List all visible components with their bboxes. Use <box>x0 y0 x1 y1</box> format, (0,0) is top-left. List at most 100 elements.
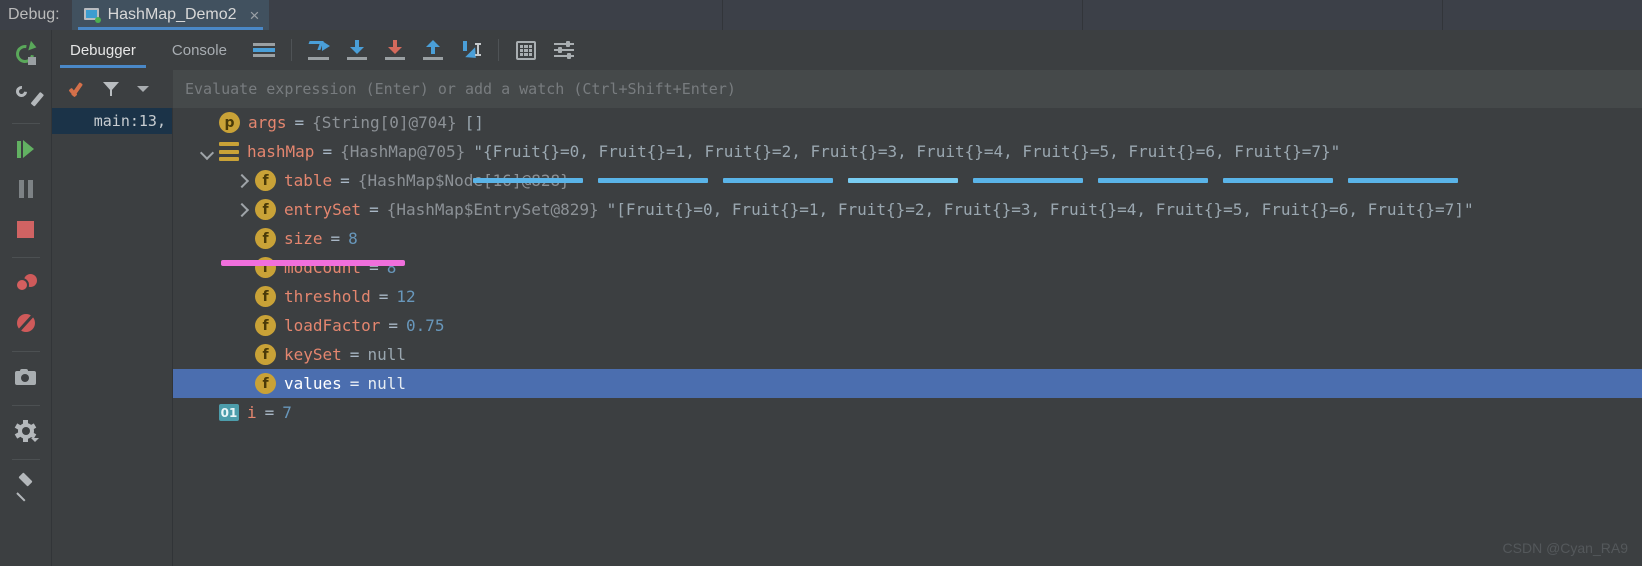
show-execution-point-button[interactable] <box>300 30 338 70</box>
run-configuration-tab-label: HashMap_Demo2 <box>107 6 237 23</box>
stop-button[interactable] <box>9 212 43 246</box>
variable-row-keyset[interactable]: f keySet = null <box>173 340 1642 369</box>
chevron-down-icon[interactable] <box>197 142 217 162</box>
list-badge-icon <box>219 142 239 161</box>
show-execution-point-icon <box>306 40 331 60</box>
field-badge-icon: f <box>255 315 276 336</box>
chevron-right-icon[interactable] <box>233 200 253 220</box>
variables-mini-toolbar <box>52 70 173 108</box>
filter-button[interactable] <box>96 74 126 104</box>
equals-sign: = <box>369 258 379 277</box>
rerun-button[interactable] <box>9 38 43 72</box>
parameter-badge-icon: p <box>219 112 240 133</box>
resume-program-button[interactable] <box>9 132 43 166</box>
variable-row-modcount[interactable]: f modCount = 8 <box>173 253 1642 282</box>
run-configuration-tab[interactable]: HashMap_Demo2 × <box>71 0 270 30</box>
tab-console[interactable]: Console <box>154 30 245 70</box>
variable-row-args[interactable]: p args = {String[0]@704} [] <box>173 108 1642 137</box>
debugger-settings-button[interactable] <box>545 30 583 70</box>
variable-value: 0.75 <box>405 316 445 335</box>
pin-tab-button[interactable] <box>9 468 43 502</box>
chevron-right-icon[interactable] <box>233 171 253 191</box>
variable-name: size <box>284 229 323 248</box>
equals-sign: = <box>322 142 333 161</box>
toolbar-separator-2 <box>497 39 499 61</box>
settings-button[interactable] <box>9 414 43 448</box>
variable-value: [] <box>464 113 484 132</box>
variable-value: 8 <box>348 229 358 248</box>
mute-breakpoints-button[interactable] <box>9 306 43 340</box>
variable-name: loadFactor <box>284 316 381 335</box>
variable-row-size[interactable]: f size = 8 <box>173 224 1642 253</box>
text-cursor-icon <box>474 43 481 56</box>
variable-type: {HashMap$EntrySet@829} <box>386 200 599 219</box>
variable-value: 12 <box>396 287 416 306</box>
variable-name: keySet <box>284 345 342 364</box>
field-badge-icon: f <box>255 170 276 191</box>
more-options-button[interactable] <box>128 74 158 104</box>
step-into-icon <box>384 40 406 60</box>
variable-row-entryset[interactable]: f entrySet = {HashMap$EntrySet@829} "[Fr… <box>173 195 1642 224</box>
camera-icon <box>15 369 36 385</box>
tabstrip-divider-2 <box>1082 0 1442 30</box>
variable-type: {HashMap@705} <box>340 142 466 161</box>
variable-row-loadfactor[interactable]: f loadFactor = 0.75 <box>173 311 1642 340</box>
toolbar-divider-1 <box>11 123 40 124</box>
drop-frame-icon <box>460 40 482 63</box>
layout-settings-icon <box>252 41 275 59</box>
equals-sign: = <box>388 316 398 335</box>
field-badge-icon: f <box>255 286 276 307</box>
evaluate-expression-icon <box>515 40 536 60</box>
toolbar-divider-2 <box>11 257 40 258</box>
evaluate-check-button[interactable] <box>64 74 94 104</box>
view-breakpoints-button[interactable] <box>9 266 43 300</box>
breakpoints-icon <box>14 274 37 292</box>
step-into-button[interactable] <box>376 30 414 70</box>
step-over-button[interactable] <box>338 30 376 70</box>
equals-sign: = <box>330 229 341 248</box>
layout-settings-button[interactable] <box>245 30 283 70</box>
close-icon[interactable]: × <box>244 7 260 24</box>
variable-name: values <box>284 374 342 393</box>
variable-row-values[interactable]: f values = null <box>173 369 1642 398</box>
build-settings-button[interactable] <box>9 78 44 112</box>
resume-icon <box>17 140 34 158</box>
frame-row[interactable]: main:13, <box>52 108 172 134</box>
evaluate-expression-button[interactable] <box>507 30 545 70</box>
variable-value: null <box>367 374 406 393</box>
toolbar-divider-3 <box>11 351 40 352</box>
variable-name: i <box>247 403 257 422</box>
variable-row-threshold[interactable]: f threshold = 12 <box>173 282 1642 311</box>
mute-breakpoints-icon <box>16 313 35 333</box>
step-out-button[interactable] <box>414 30 452 70</box>
variable-row-table[interactable]: f table = {HashMap$Node[16]@828} <box>173 166 1642 195</box>
variable-name: table <box>284 171 333 190</box>
tab-console-label: Console <box>171 41 227 59</box>
debugger-body: main:13, p args = {String[0]@704} [] has… <box>52 108 1642 566</box>
primitive-badge-icon: 01 <box>219 404 239 421</box>
step-out-icon <box>422 40 444 60</box>
variable-name: entrySet <box>284 200 362 219</box>
snapshot-button[interactable] <box>9 360 43 394</box>
variable-value: "[Fruit{}=0, Fruit{}=1, Fruit{}=2, Fruit… <box>606 200 1474 219</box>
variable-value: 7 <box>282 403 292 422</box>
filter-icon <box>103 81 119 97</box>
variable-value: null <box>367 345 406 364</box>
drop-frame-button[interactable] <box>452 30 490 70</box>
pin-icon <box>15 472 36 502</box>
field-badge-icon: f <box>255 257 276 278</box>
variable-row-hashmap[interactable]: hashMap = {HashMap@705} "{Fruit{}=0, Fru… <box>173 137 1642 166</box>
pause-program-button[interactable] <box>9 172 43 206</box>
variable-type: {String[0]@704} <box>312 113 457 132</box>
variable-row-i[interactable]: 01 i = 7 <box>173 398 1642 427</box>
frames-panel: main:13, <box>52 108 173 566</box>
tabstrip-divider-3 <box>1442 0 1642 30</box>
tab-debugger[interactable]: Debugger <box>52 30 154 70</box>
step-over-icon <box>346 40 368 60</box>
evaluate-expression-field[interactable]: Evaluate expression (Enter) or add a wat… <box>173 70 1642 108</box>
field-badge-icon: f <box>255 373 276 394</box>
gear-icon <box>14 420 39 442</box>
evaluate-row: Evaluate expression (Enter) or add a wat… <box>52 70 1642 108</box>
toolbar-divider-5 <box>11 459 40 460</box>
debugger-panel: Debugger Console Evaluate expression (En… <box>52 30 1642 566</box>
